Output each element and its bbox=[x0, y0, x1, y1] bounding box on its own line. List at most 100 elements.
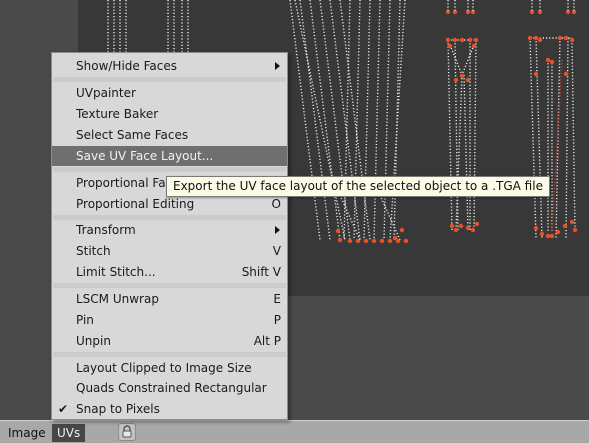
image-menu[interactable]: Image bbox=[3, 424, 51, 442]
uv-vertex bbox=[379, 238, 385, 244]
uv-vertex bbox=[399, 227, 405, 233]
uv-vertex bbox=[452, 37, 458, 43]
menu-item-shortcut: Shift V bbox=[241, 265, 281, 279]
uv-vertex bbox=[572, 227, 578, 233]
menu-item-shortcut: P bbox=[273, 313, 281, 327]
menu-separator bbox=[53, 167, 286, 172]
uv-vertex bbox=[445, 37, 451, 43]
uv-vertex bbox=[355, 238, 361, 244]
uv-edge bbox=[555, 37, 561, 239]
uv-vertex bbox=[555, 229, 561, 235]
menu-item-snap-to-pixels[interactable]: ✔ Snap to Pixels bbox=[52, 399, 287, 419]
uv-vertex bbox=[473, 37, 479, 43]
tooltip: Export the UV face layout of the selecte… bbox=[166, 176, 550, 197]
uv-vertex bbox=[335, 228, 341, 234]
menu-item-label: Pin bbox=[76, 313, 94, 327]
menu-item-label: Quads Constrained Rectangular bbox=[76, 381, 267, 395]
uv-edge bbox=[373, 0, 381, 241]
menu-item-label: Stitch bbox=[76, 244, 111, 258]
menu-item-show-hide-faces[interactable]: Show/Hide Faces bbox=[52, 56, 287, 76]
menu-item-pin[interactable]: Pin P bbox=[52, 310, 287, 330]
menu-separator bbox=[53, 77, 286, 82]
uv-edge bbox=[535, 37, 543, 239]
menu-item-texture-baker[interactable]: Texture Baker bbox=[52, 104, 287, 124]
uv-edge bbox=[461, 44, 475, 76]
menu-item-label: Save UV Face Layout... bbox=[76, 149, 214, 163]
uv-vertex bbox=[474, 221, 480, 227]
menu-item-transform[interactable]: Transform bbox=[52, 220, 287, 240]
menu-item-label: Texture Baker bbox=[76, 107, 159, 121]
uv-vertex bbox=[465, 225, 471, 231]
uv-vertex bbox=[533, 225, 539, 231]
uv-vertex bbox=[527, 35, 533, 41]
menu-item-shortcut: V bbox=[272, 244, 281, 258]
submenu-arrow-icon bbox=[275, 226, 280, 234]
uv-vertex bbox=[557, 35, 563, 41]
uv-vertex bbox=[562, 223, 568, 229]
uv-vertex bbox=[458, 223, 464, 229]
menu-item-label: Proportional Editing bbox=[76, 197, 195, 211]
uv-edge bbox=[449, 44, 463, 76]
uv-vertex bbox=[337, 237, 343, 243]
submenu-arrow-icon bbox=[275, 62, 280, 70]
menu-item-shortcut: E bbox=[273, 292, 281, 306]
uv-edge bbox=[463, 74, 469, 231]
menu-item-stitch[interactable]: Stitch V bbox=[52, 241, 287, 261]
uv-vertex bbox=[453, 77, 459, 83]
menu-item-uvpainter[interactable]: UVpainter bbox=[52, 83, 287, 103]
uv-vertex bbox=[453, 227, 459, 233]
checkmark-icon: ✔ bbox=[58, 402, 69, 416]
uv-vertex bbox=[347, 238, 353, 244]
uv-edge bbox=[339, 194, 361, 241]
menu-item-label: Layout Clipped to Image Size bbox=[76, 361, 252, 375]
uv-edge bbox=[551, 59, 563, 233]
uv-vertex bbox=[533, 71, 539, 77]
menu-item-label: LSCM Unwrap bbox=[76, 292, 159, 306]
uv-vertex bbox=[387, 238, 393, 244]
uv-edge bbox=[565, 37, 569, 239]
uvs-menu[interactable]: UVs bbox=[52, 424, 86, 442]
uv-vertex bbox=[533, 35, 539, 41]
uv-vertex bbox=[549, 233, 555, 239]
uv-vertex bbox=[537, 37, 543, 43]
uv-edge bbox=[473, 39, 477, 233]
uv-edge bbox=[447, 39, 453, 231]
menu-item-shortcut: O bbox=[271, 197, 281, 211]
lock-icon bbox=[122, 425, 132, 438]
menu-item-label: Select Same Faces bbox=[76, 128, 189, 142]
menu-item-save-uv-face-layout[interactable]: Save UV Face Layout... bbox=[52, 146, 287, 166]
menu-item-label: Transform bbox=[76, 223, 136, 237]
uv-edge bbox=[383, 0, 391, 241]
uv-vertex bbox=[549, 59, 555, 65]
uv-vertex bbox=[459, 37, 465, 43]
lock-button[interactable] bbox=[118, 423, 136, 441]
uv-vertex bbox=[459, 73, 465, 79]
uvs-popup-menu: Show/Hide Faces UVpainter Texture Baker Sel… bbox=[51, 52, 288, 420]
uv-vertex bbox=[447, 43, 453, 49]
menu-item-unpin[interactable]: Unpin Alt P bbox=[52, 331, 287, 351]
uv-edge bbox=[294, 0, 346, 241]
menu-item-shortcut: Alt P bbox=[253, 334, 281, 348]
menu-separator bbox=[53, 352, 286, 357]
uv-vertex bbox=[470, 227, 476, 233]
menu-item-label: UVpainter bbox=[76, 86, 136, 100]
menu-item-label: Unpin bbox=[76, 334, 111, 348]
uv-vertex bbox=[465, 77, 471, 83]
menu-item-limit-stitch[interactable]: Limit Stitch... Shift V bbox=[52, 262, 287, 282]
uv-edge bbox=[529, 37, 537, 239]
menu-item-quads-constrained-rectangular[interactable]: Quads Constrained Rectangular bbox=[52, 378, 287, 398]
menu-item-lscm-unwrap[interactable]: LSCM Unwrap E bbox=[52, 289, 287, 309]
uv-vertex bbox=[471, 43, 477, 49]
menu-item-select-same-faces[interactable]: Select Same Faces bbox=[52, 125, 287, 145]
uv-vertex bbox=[371, 238, 377, 244]
uv-vertex bbox=[563, 71, 569, 77]
uv-vertex bbox=[539, 231, 545, 237]
uv-editor-header: Image UVs bbox=[0, 420, 589, 443]
uv-vertex bbox=[467, 37, 473, 43]
uv-vertex bbox=[449, 223, 455, 229]
uv-vertex bbox=[545, 57, 551, 63]
menu-item-layout-clipped-to-image-size[interactable]: Layout Clipped to Image Size bbox=[52, 358, 287, 378]
menu-item-proportional-editing[interactable]: Proportional Editing O bbox=[52, 194, 287, 214]
menu-item-label: Snap to Pixels bbox=[76, 402, 160, 416]
uv-edge bbox=[571, 39, 576, 233]
